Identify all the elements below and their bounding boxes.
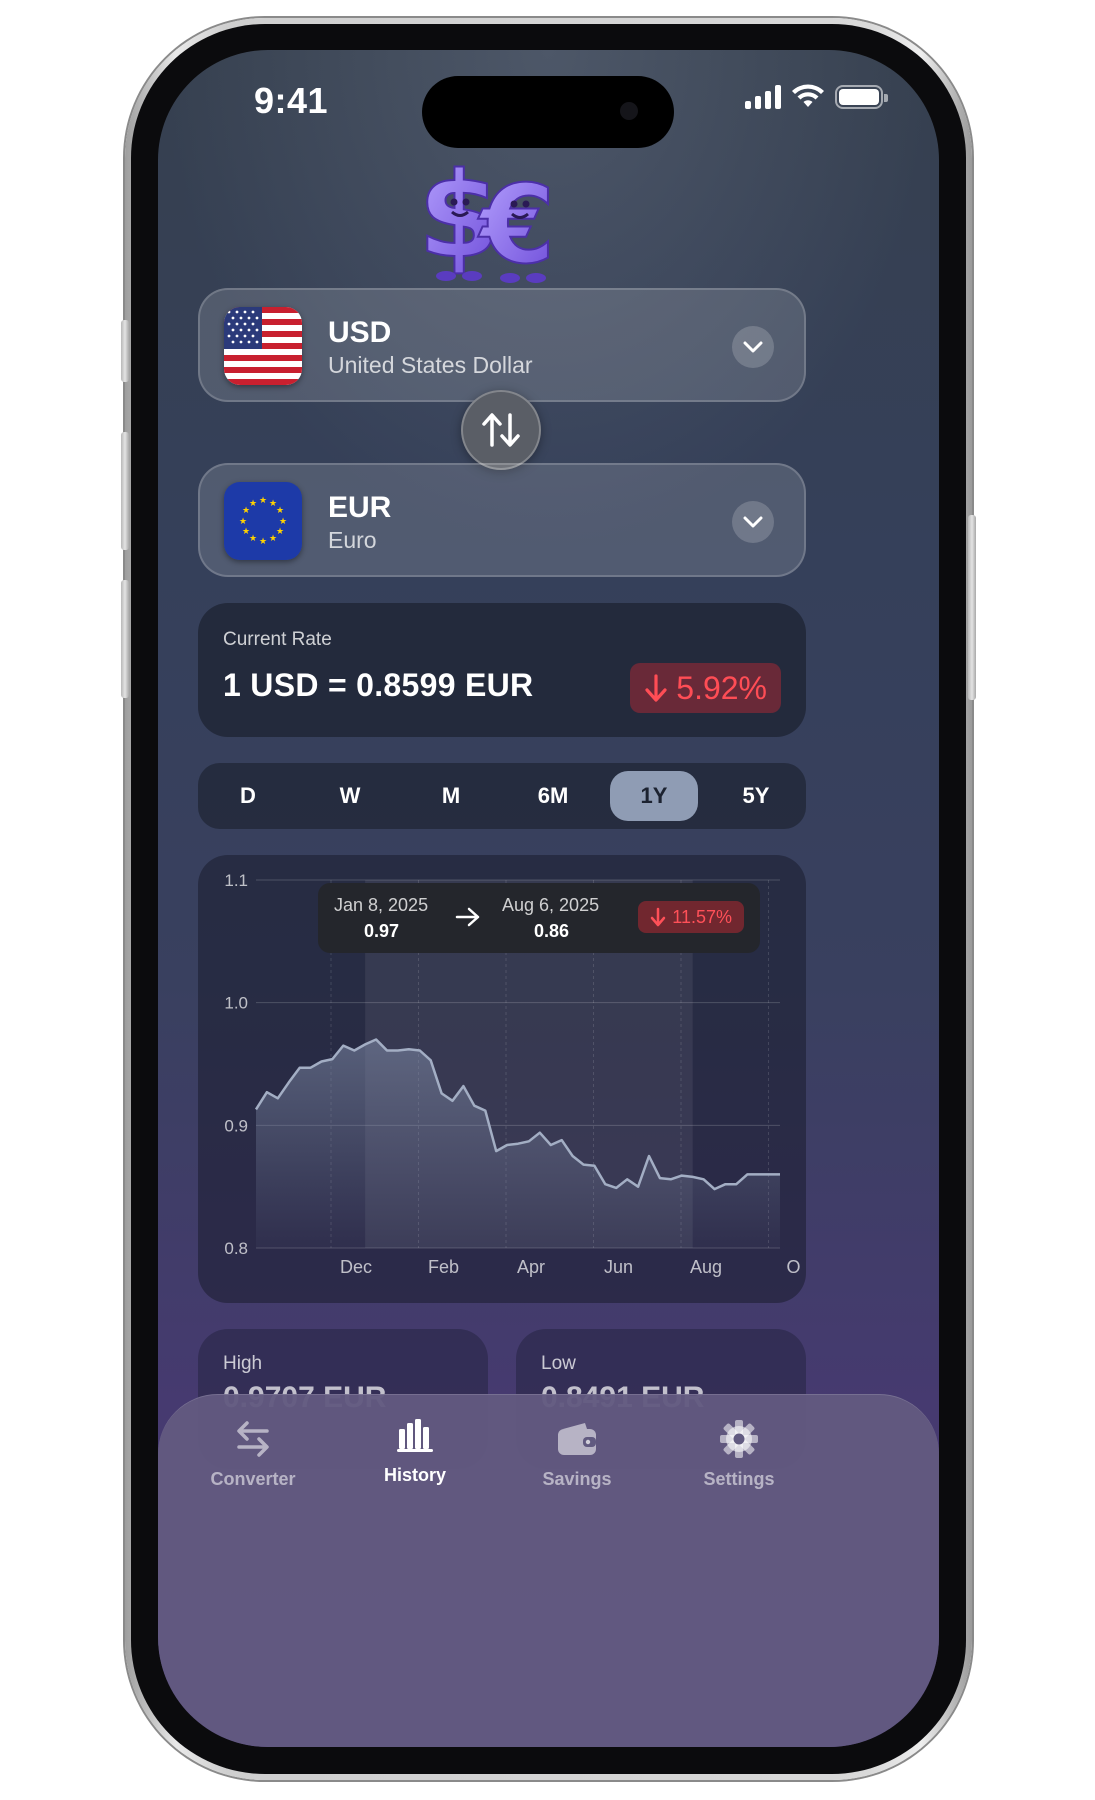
- x-tick-label: Jun: [604, 1257, 633, 1277]
- dynamic-island: [422, 76, 674, 148]
- svg-text:★: ★: [276, 527, 284, 537]
- action-button: [121, 320, 129, 382]
- arrow-right-icon: [455, 907, 480, 927]
- current-rate-label: Current Rate: [223, 629, 332, 650]
- to-currency-dropdown-button[interactable]: [732, 501, 774, 543]
- swap-currencies-button[interactable]: [461, 390, 541, 470]
- bar-chart-icon: [393, 1413, 437, 1457]
- chevron-down-icon: [743, 341, 763, 353]
- nav-savings-label: Savings: [542, 1469, 612, 1489]
- chevron-down-icon: [743, 516, 763, 528]
- y-tick-label: 1.1: [224, 871, 248, 890]
- selection-start-value: 0.97: [364, 921, 400, 941]
- tab-week[interactable]: W: [306, 771, 394, 821]
- svg-text:★: ★: [259, 496, 267, 506]
- selection-change-value: 11.57%: [672, 906, 732, 927]
- gear-icon: [717, 1417, 761, 1461]
- tab-day[interactable]: D: [204, 771, 292, 821]
- cellular-signal-icon: [745, 85, 781, 109]
- selection-end-date: Aug 6, 2025: [502, 895, 600, 915]
- from-currency-dropdown-button[interactable]: [732, 326, 774, 368]
- wallet-icon: [555, 1417, 599, 1461]
- selection-start-date: Jan 8, 2025: [334, 895, 429, 915]
- nav-converter-label: Converter: [210, 1469, 296, 1489]
- svg-text:★: ★: [242, 527, 250, 537]
- from-currency-name: United States Dollar: [328, 352, 533, 378]
- low-label: Low: [541, 1353, 576, 1374]
- bottom-tab-bar: Converter History Savings Settings: [158, 1394, 939, 1747]
- tab-five-years[interactable]: 5Y: [712, 771, 800, 821]
- front-camera: [620, 102, 638, 120]
- nav-savings[interactable]: Savings: [502, 1417, 652, 1490]
- to-currency-selector[interactable]: ★ ★ ★ ★ ★ ★ ★ ★ ★ ★ ★ ★ EUR Euro: [198, 463, 806, 577]
- svg-text:★: ★: [276, 506, 284, 516]
- period-tabs: D W M 6M 1Y 5Y: [198, 763, 806, 829]
- wifi-icon: [792, 84, 824, 107]
- rate-history-chart[interactable]: 1.1 1.0 0.9 0.8 Dec Feb Apr Jun Aug O Jan 8, 2025…: [198, 855, 806, 1303]
- y-tick-label: 0.8: [224, 1239, 248, 1258]
- selection-tooltip: Jan 8, 2025 0.97 Aug 6, 2025 0.86 11.57%: [318, 883, 760, 953]
- arrow-down-icon: [651, 907, 666, 927]
- svg-text:€: €: [477, 163, 555, 284]
- swap-vertical-icon: [482, 413, 520, 447]
- nav-history[interactable]: History: [340, 1413, 490, 1486]
- svg-text:★: ★: [279, 517, 287, 527]
- to-currency-code: EUR: [328, 491, 392, 524]
- nav-settings[interactable]: Settings: [664, 1417, 814, 1490]
- tab-six-months[interactable]: 6M: [509, 771, 597, 821]
- selection-change-badge: 11.57%: [638, 901, 744, 933]
- from-currency-selector[interactable]: USD United States Dollar: [198, 288, 806, 402]
- high-label: High: [223, 1353, 263, 1374]
- nav-converter[interactable]: Converter: [178, 1417, 328, 1490]
- x-tick-label: Dec: [340, 1257, 372, 1277]
- us-flag-icon: [224, 307, 302, 385]
- arrow-down-icon: [645, 674, 667, 702]
- nav-settings-label: Settings: [703, 1469, 775, 1489]
- selection-end-value: 0.86: [534, 921, 570, 941]
- svg-text:★: ★: [249, 499, 257, 509]
- volume-down-button: [121, 580, 129, 698]
- eu-flag-icon: ★ ★ ★ ★ ★ ★ ★ ★ ★ ★ ★ ★: [224, 482, 302, 560]
- dollar-euro-mascot-icon: $ €: [417, 145, 556, 284]
- svg-text:★: ★: [269, 534, 277, 544]
- x-tick-label: Aug: [690, 1257, 722, 1277]
- current-rate-card: Current Rate 1 USD = 0.8599 EUR 5.92%: [198, 603, 806, 737]
- arrows-left-right-icon: [231, 1417, 275, 1461]
- from-currency-code: USD: [328, 316, 392, 349]
- battery-icon: [835, 85, 888, 109]
- svg-text:★: ★: [239, 517, 247, 527]
- to-currency-name: Euro: [328, 527, 377, 553]
- current-rate-value: 1 USD = 0.8599 EUR: [223, 667, 534, 703]
- rate-change-badge: 5.92%: [630, 663, 781, 713]
- status-time: 9:41: [254, 80, 329, 121]
- nav-history-label: History: [383, 1465, 446, 1485]
- status-icons: [745, 84, 888, 110]
- tab-one-year[interactable]: 1Y: [610, 771, 698, 821]
- svg-text:★: ★: [259, 537, 267, 547]
- svg-text:★: ★: [249, 534, 257, 544]
- y-tick-label: 0.9: [224, 1116, 248, 1135]
- rate-change-value: 5.92%: [676, 669, 767, 706]
- power-button: [968, 515, 976, 700]
- y-tick-label: 1.0: [224, 994, 248, 1013]
- x-tick-label: Apr: [517, 1257, 545, 1277]
- app-screen: 9:41 $ € USD United States Dollar ★ ★ ★ …: [158, 50, 939, 1747]
- x-tick-label: Feb: [428, 1257, 459, 1277]
- x-tick-label: O: [786, 1257, 800, 1277]
- volume-up-button: [121, 432, 129, 550]
- tab-month[interactable]: M: [407, 771, 495, 821]
